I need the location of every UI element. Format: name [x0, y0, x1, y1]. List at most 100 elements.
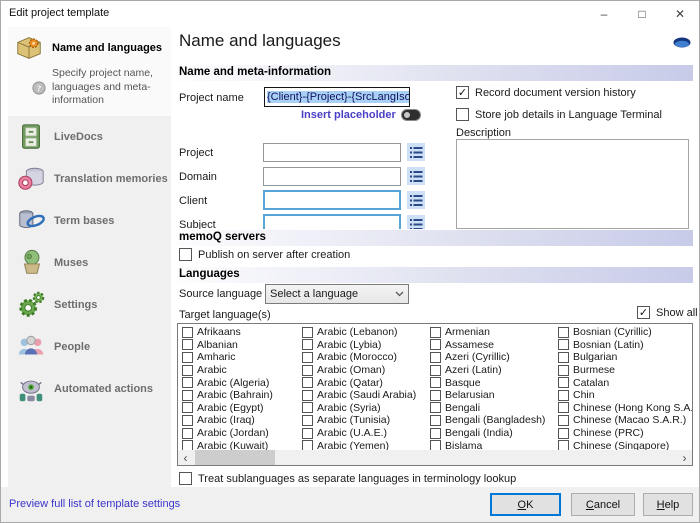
sidebar-item-automated-actions[interactable]: Automated actions	[8, 368, 171, 410]
language-option[interactable]: Bulgarian	[558, 351, 692, 364]
checkbox-icon[interactable]	[182, 390, 193, 401]
language-option[interactable]: Arabic (Egypt)	[182, 402, 302, 415]
placeholder-toggle-icon[interactable]	[402, 110, 420, 120]
language-option[interactable]: Arabic	[182, 364, 302, 377]
preview-template-settings-link[interactable]: Preview full list of template settings	[9, 498, 180, 510]
checkbox-icon[interactable]	[182, 339, 193, 350]
scrollbar-thumb[interactable]	[195, 450, 275, 465]
sidebar-item-muses[interactable]: Muses	[8, 242, 171, 284]
domain-pick-list-button[interactable]	[407, 167, 425, 185]
language-option[interactable]: Bengali (India)	[430, 427, 558, 440]
language-option[interactable]: Chin	[558, 389, 692, 402]
language-option[interactable]: Arabic (Jordan)	[182, 427, 302, 440]
checkbox-icon[interactable]	[182, 327, 193, 338]
checkbox-icon[interactable]	[430, 339, 441, 350]
checkbox-icon[interactable]	[456, 108, 469, 121]
checkbox-icon[interactable]	[182, 402, 193, 413]
cancel-button[interactable]: Cancel	[571, 493, 635, 516]
checkbox-icon[interactable]	[456, 86, 469, 99]
scroll-left-icon[interactable]: ‹	[178, 450, 193, 465]
horizontal-scrollbar[interactable]: ‹ ›	[178, 450, 692, 465]
language-option[interactable]: Arabic (Iraq)	[182, 414, 302, 427]
checkbox-icon[interactable]	[430, 428, 441, 439]
checkbox-icon[interactable]	[182, 428, 193, 439]
language-option[interactable]: Albanian	[182, 339, 302, 352]
show-all-checkbox[interactable]: Show all	[637, 306, 698, 319]
source-language-select[interactable]: Select a language	[265, 284, 409, 304]
language-option[interactable]: Azeri (Latin)	[430, 364, 558, 377]
language-option[interactable]: Bengali (Bangladesh)	[430, 414, 558, 427]
publish-on-server-checkbox[interactable]: Publish on server after creation	[179, 248, 350, 261]
description-textarea[interactable]	[456, 139, 689, 229]
target-language-list[interactable]: AfrikaansAlbanianAmharicArabicArabic (Al…	[177, 323, 693, 466]
checkbox-icon[interactable]	[558, 365, 569, 376]
language-option[interactable]: Armenian	[430, 326, 558, 339]
project-name-input[interactable]: {Client}-{Project}-{SrcLangIso2}-{TrgL	[264, 87, 410, 107]
language-option[interactable]: Arabic (Qatar)	[302, 376, 430, 389]
record-version-history-checkbox[interactable]: Record document version history	[456, 86, 636, 99]
language-option[interactable]: Arabic (Lebanon)	[302, 326, 430, 339]
checkbox-icon[interactable]	[558, 377, 569, 388]
language-option[interactable]: Catalan	[558, 376, 692, 389]
client-pick-list-button[interactable]	[407, 191, 425, 209]
ok-button[interactable]: OK	[490, 493, 561, 516]
sidebar-item-settings[interactable]: Settings	[8, 284, 171, 326]
help-button[interactable]: Help	[643, 493, 693, 516]
checkbox-icon[interactable]	[430, 377, 441, 388]
checkbox-icon[interactable]	[302, 390, 313, 401]
checkbox-icon[interactable]	[558, 428, 569, 439]
checkbox-icon[interactable]	[558, 339, 569, 350]
language-option[interactable]: Azeri (Cyrillic)	[430, 351, 558, 364]
checkbox-icon[interactable]	[558, 390, 569, 401]
checkbox-icon[interactable]	[302, 327, 313, 338]
checkbox-icon[interactable]	[430, 365, 441, 376]
checkbox-icon[interactable]	[179, 248, 192, 261]
language-option[interactable]: Amharic	[182, 351, 302, 364]
client-field-input[interactable]	[263, 190, 401, 210]
sidebar-item-name-and-languages[interactable]: Name and languages ? Specify project nam…	[8, 27, 171, 116]
checkbox-icon[interactable]	[302, 402, 313, 413]
checkbox-icon[interactable]	[182, 415, 193, 426]
language-option[interactable]: Arabic (Syria)	[302, 402, 430, 415]
checkbox-icon[interactable]	[302, 377, 313, 388]
language-option[interactable]: Arabic (U.A.E.)	[302, 427, 430, 440]
checkbox-icon[interactable]	[182, 377, 193, 388]
sidebar-item-livedocs[interactable]: LiveDocs	[8, 116, 171, 158]
language-option[interactable]: Chinese (Macao S.A.R.)	[558, 414, 692, 427]
language-option[interactable]: Arabic (Algeria)	[182, 376, 302, 389]
checkbox-icon[interactable]	[302, 428, 313, 439]
project-field-input[interactable]	[263, 143, 401, 162]
scroll-right-icon[interactable]: ›	[677, 450, 692, 465]
language-option[interactable]: Arabic (Lybia)	[302, 339, 430, 352]
language-option[interactable]: Chinese (Hong Kong S.A.R.)	[558, 402, 692, 415]
language-option[interactable]: Bosnian (Cyrillic)	[558, 326, 692, 339]
language-option[interactable]: Arabic (Saudi Arabia)	[302, 389, 430, 402]
maximize-icon[interactable]: □	[623, 1, 661, 27]
checkbox-icon[interactable]	[558, 352, 569, 363]
checkbox-icon[interactable]	[302, 339, 313, 350]
store-job-details-checkbox[interactable]: Store job details in Language Terminal	[456, 108, 662, 121]
checkbox-icon[interactable]	[179, 472, 192, 485]
treat-sublanguages-checkbox[interactable]: Treat sublanguages as separate languages…	[179, 472, 516, 485]
minimize-icon[interactable]: –	[585, 1, 623, 27]
insert-placeholder-link[interactable]: Insert placeholder	[301, 109, 420, 121]
language-option[interactable]: Arabic (Bahrain)	[182, 389, 302, 402]
sidebar-item-people[interactable]: People	[8, 326, 171, 368]
language-option[interactable]: Belarusian	[430, 389, 558, 402]
checkbox-icon[interactable]	[430, 415, 441, 426]
language-option[interactable]: Bengali	[430, 402, 558, 415]
checkbox-icon[interactable]	[430, 327, 441, 338]
checkbox-icon[interactable]	[182, 352, 193, 363]
language-option[interactable]: Arabic (Morocco)	[302, 351, 430, 364]
language-option[interactable]: Burmese	[558, 364, 692, 377]
checkbox-icon[interactable]	[302, 415, 313, 426]
language-option[interactable]: Afrikaans	[182, 326, 302, 339]
project-pick-list-button[interactable]	[407, 143, 425, 161]
sidebar-item-term-bases[interactable]: Term bases	[8, 200, 171, 242]
checkbox-icon[interactable]	[558, 415, 569, 426]
language-option[interactable]: Assamese	[430, 339, 558, 352]
checkbox-icon[interactable]	[558, 327, 569, 338]
language-option[interactable]: Arabic (Tunisia)	[302, 414, 430, 427]
close-icon[interactable]: ✕	[661, 1, 699, 27]
language-option[interactable]: Bosnian (Latin)	[558, 339, 692, 352]
